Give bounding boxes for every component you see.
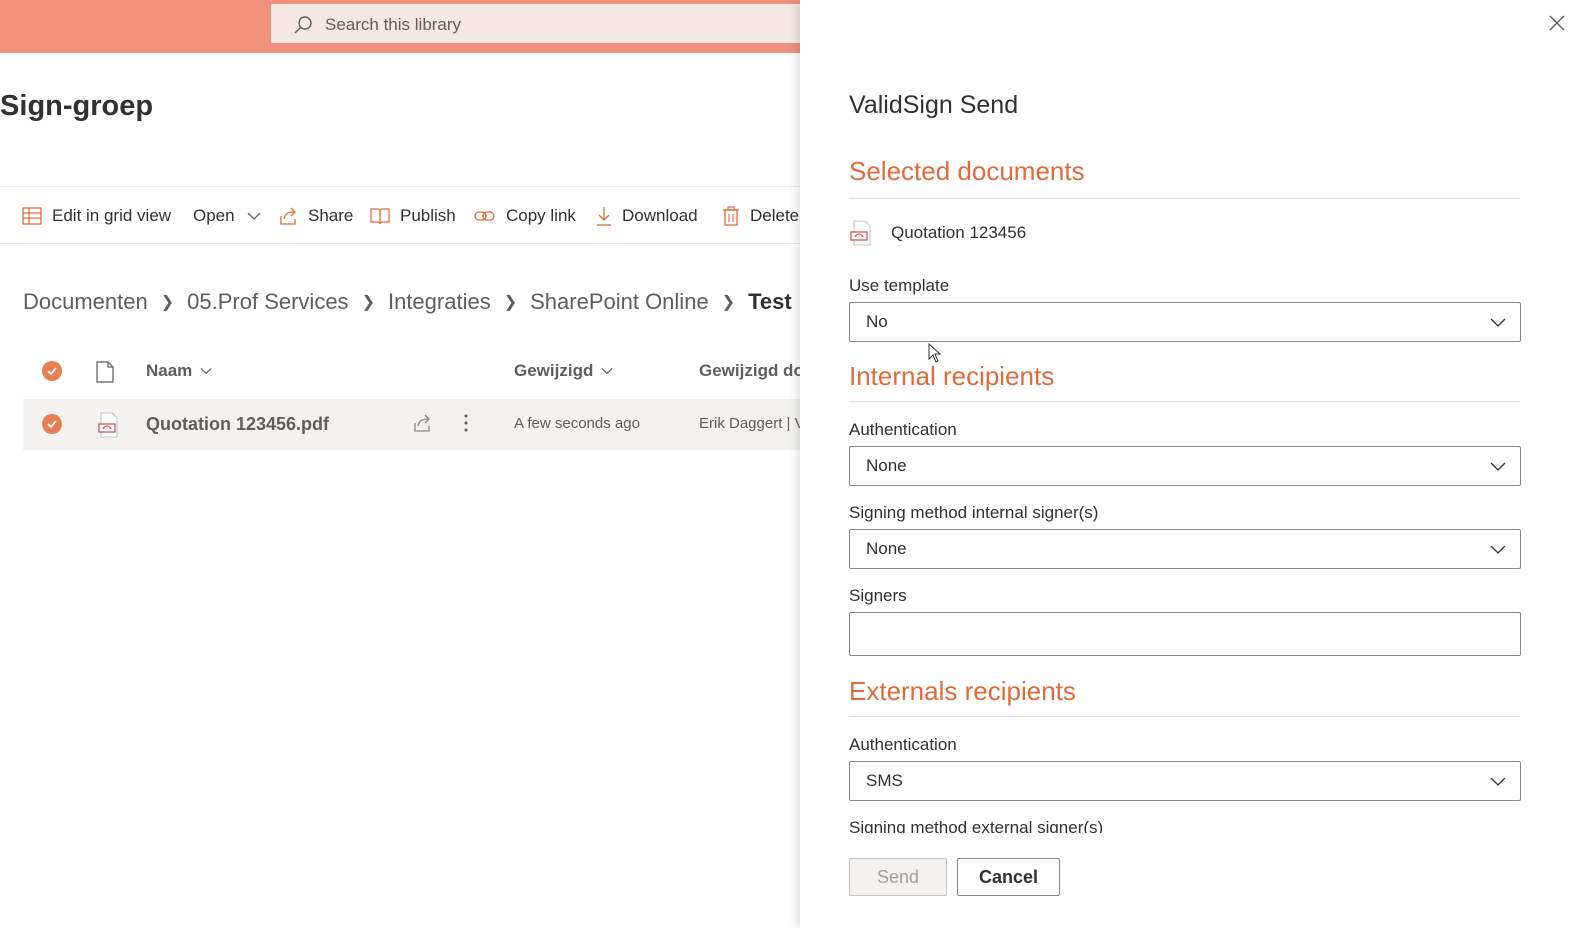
chevron-down-icon xyxy=(1490,774,1506,788)
breadcrumb: Documenten ❯ 05.Prof Services ❯ Integrat… xyxy=(23,289,792,315)
column-header-name[interactable]: Naam xyxy=(146,361,212,381)
selected-document-name: Quotation 123456 xyxy=(891,223,1027,242)
select-all-checkbox[interactable] xyxy=(42,361,62,381)
signers-label: Signers xyxy=(849,586,907,605)
column-modified-label: Gewijzigd xyxy=(514,361,594,380)
suite-bar: Search this library xyxy=(0,0,811,53)
breadcrumb-item[interactable]: SharePoint Online xyxy=(530,289,709,315)
chevron-down-icon xyxy=(1490,315,1506,329)
link-icon xyxy=(474,206,506,226)
file-type-header-icon xyxy=(96,361,114,383)
divider xyxy=(849,716,1520,717)
share-label: Share xyxy=(308,206,354,225)
internal-signing-dropdown[interactable]: None xyxy=(849,529,1521,569)
column-header-modified[interactable]: Gewijzigd xyxy=(514,361,613,381)
panel-title: ValidSign Send xyxy=(849,91,1019,119)
file-modified: A few seconds ago xyxy=(514,415,640,432)
command-bar: Edit in grid view Open Share Publish Cop… xyxy=(0,186,800,244)
publish-button[interactable]: Publish xyxy=(370,205,456,227)
selected-document: Quotation 123456 xyxy=(849,220,1026,246)
trash-icon xyxy=(722,206,750,226)
internal-auth-dropdown[interactable]: None xyxy=(849,446,1521,486)
use-template-dropdown[interactable]: No xyxy=(849,302,1521,342)
site-title: lSign-groep xyxy=(0,90,154,122)
row-check-icon[interactable] xyxy=(42,414,62,434)
table-row[interactable]: Quotation 123456.pdf A few seconds ago E… xyxy=(23,399,813,450)
delete-button[interactable]: Delete xyxy=(722,205,799,227)
edit-grid-label: Edit in grid view xyxy=(52,206,172,225)
internal-signing-value: None xyxy=(866,539,907,558)
chevron-down-icon xyxy=(1490,542,1506,556)
file-modified-by: Erik Daggert | V xyxy=(699,415,805,432)
open-button[interactable]: Open xyxy=(193,205,271,227)
download-icon xyxy=(596,206,622,226)
check-icon xyxy=(42,361,62,381)
share-icon xyxy=(278,206,308,226)
chevron-down-icon xyxy=(247,209,271,223)
chevron-down-icon xyxy=(200,365,212,377)
external-auth-dropdown[interactable]: SMS xyxy=(849,761,1521,801)
breadcrumb-current: Test xyxy=(748,289,792,314)
share-icon[interactable] xyxy=(412,413,432,433)
external-signing-label: Signing method external signer(s) xyxy=(849,818,1104,833)
search-box[interactable]: Search this library xyxy=(271,4,811,43)
selected-documents-heading: Selected documents xyxy=(849,156,1085,186)
pdf-icon xyxy=(98,412,120,438)
signers-input[interactable] xyxy=(849,612,1521,656)
publish-icon xyxy=(370,206,400,226)
publish-label: Publish xyxy=(400,206,456,225)
use-template-label: Use template xyxy=(849,276,950,295)
download-button[interactable]: Download xyxy=(596,205,698,227)
file-name[interactable]: Quotation 123456.pdf xyxy=(146,414,329,435)
close-icon[interactable] xyxy=(1546,12,1568,34)
search-input[interactable]: Search this library xyxy=(325,15,461,35)
column-modified-by-label: Gewijzigd do xyxy=(699,361,804,380)
internal-recipients-heading: Internal recipients xyxy=(849,361,1055,391)
chevron-right-icon: ❯ xyxy=(160,294,175,311)
search-icon xyxy=(293,15,313,35)
copy-link-label: Copy link xyxy=(506,206,576,225)
chevron-right-icon: ❯ xyxy=(361,294,375,311)
share-button[interactable]: Share xyxy=(278,205,353,227)
chevron-right-icon: ❯ xyxy=(721,294,736,311)
chevron-down-icon xyxy=(601,365,613,377)
validsign-panel: ValidSign Send Selected documents Quotat… xyxy=(800,0,1594,928)
download-label: Download xyxy=(622,206,698,225)
mouse-cursor-icon xyxy=(928,343,942,363)
internal-auth-label: Authentication xyxy=(849,420,957,439)
internal-signing-label: Signing method internal signer(s) xyxy=(849,503,1099,522)
chevron-right-icon: ❯ xyxy=(503,294,518,311)
copy-link-button[interactable]: Copy link xyxy=(474,205,576,227)
chevron-down-icon xyxy=(1490,459,1506,473)
edit-grid-button[interactable]: Edit in grid view xyxy=(22,205,171,227)
send-button[interactable]: Send xyxy=(849,858,947,896)
divider xyxy=(849,401,1520,402)
breadcrumb-item[interactable]: Integraties xyxy=(388,289,491,315)
external-auth-label: Authentication xyxy=(849,735,957,754)
grid-icon xyxy=(22,206,52,226)
more-options-icon[interactable] xyxy=(463,413,469,433)
pdf-icon xyxy=(849,220,873,246)
external-recipients-heading: Externals recipients xyxy=(849,676,1076,706)
use-template-value: No xyxy=(866,312,888,331)
external-auth-value: SMS xyxy=(866,771,903,790)
delete-label: Delete xyxy=(750,206,800,225)
divider xyxy=(849,198,1520,199)
internal-auth-value: None xyxy=(866,456,907,475)
column-name-label: Naam xyxy=(146,361,193,380)
open-label: Open xyxy=(193,206,235,225)
cancel-button[interactable]: Cancel xyxy=(957,858,1060,896)
breadcrumb-item[interactable]: 05.Prof Services xyxy=(187,289,348,315)
column-header-modified-by[interactable]: Gewijzigd do xyxy=(699,361,804,381)
breadcrumb-item[interactable]: Documenten xyxy=(23,289,148,315)
